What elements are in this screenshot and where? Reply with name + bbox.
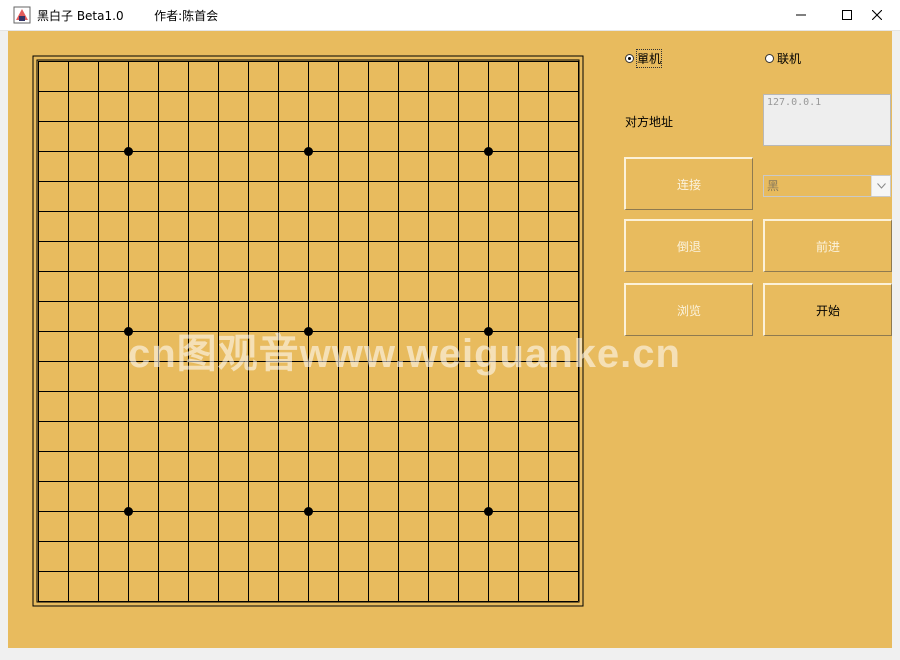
color-select[interactable]: 黑 bbox=[763, 175, 891, 197]
radio-dot bbox=[765, 54, 774, 63]
minimize-button[interactable] bbox=[778, 0, 824, 30]
address-input[interactable]: 127.0.0.1 bbox=[763, 94, 891, 146]
address-label: 对方地址 bbox=[625, 115, 674, 129]
star-point bbox=[484, 147, 493, 156]
maximize-icon bbox=[842, 10, 852, 20]
connect-button[interactable]: 连接 bbox=[624, 157, 753, 210]
client-area: 單机 联机 对方地址 127.0.0.1 连接 黑 倒退 前进 浏览 开始 cn… bbox=[8, 31, 892, 648]
window-title: 黑白子 Beta1.0 作者:陈首会 bbox=[37, 9, 219, 23]
start-button[interactable]: 开始 bbox=[763, 283, 892, 336]
watermark: cn图观音www.weiguanke.cn bbox=[128, 332, 681, 376]
star-point bbox=[484, 507, 493, 516]
chevron-down-icon bbox=[871, 176, 890, 196]
color-select-value: 黑 bbox=[767, 179, 780, 193]
star-point bbox=[124, 507, 133, 516]
title-bar: 黑白子 Beta1.0 作者:陈首会 bbox=[0, 0, 900, 31]
star-point bbox=[124, 147, 133, 156]
app-icon bbox=[13, 6, 31, 24]
radio-single-player[interactable]: 單机 bbox=[625, 49, 663, 68]
star-point bbox=[304, 507, 313, 516]
radio-online-label: 联机 bbox=[777, 52, 802, 66]
star-point bbox=[304, 147, 313, 156]
close-button[interactable] bbox=[854, 0, 900, 30]
forward-button[interactable]: 前进 bbox=[763, 219, 892, 272]
undo-button[interactable]: 倒退 bbox=[624, 219, 753, 272]
radio-online[interactable]: 联机 bbox=[765, 50, 801, 67]
radio-single-label: 單机 bbox=[635, 49, 663, 68]
close-icon bbox=[872, 10, 882, 20]
minimize-icon bbox=[796, 14, 806, 16]
radio-dot-selected bbox=[625, 54, 634, 63]
